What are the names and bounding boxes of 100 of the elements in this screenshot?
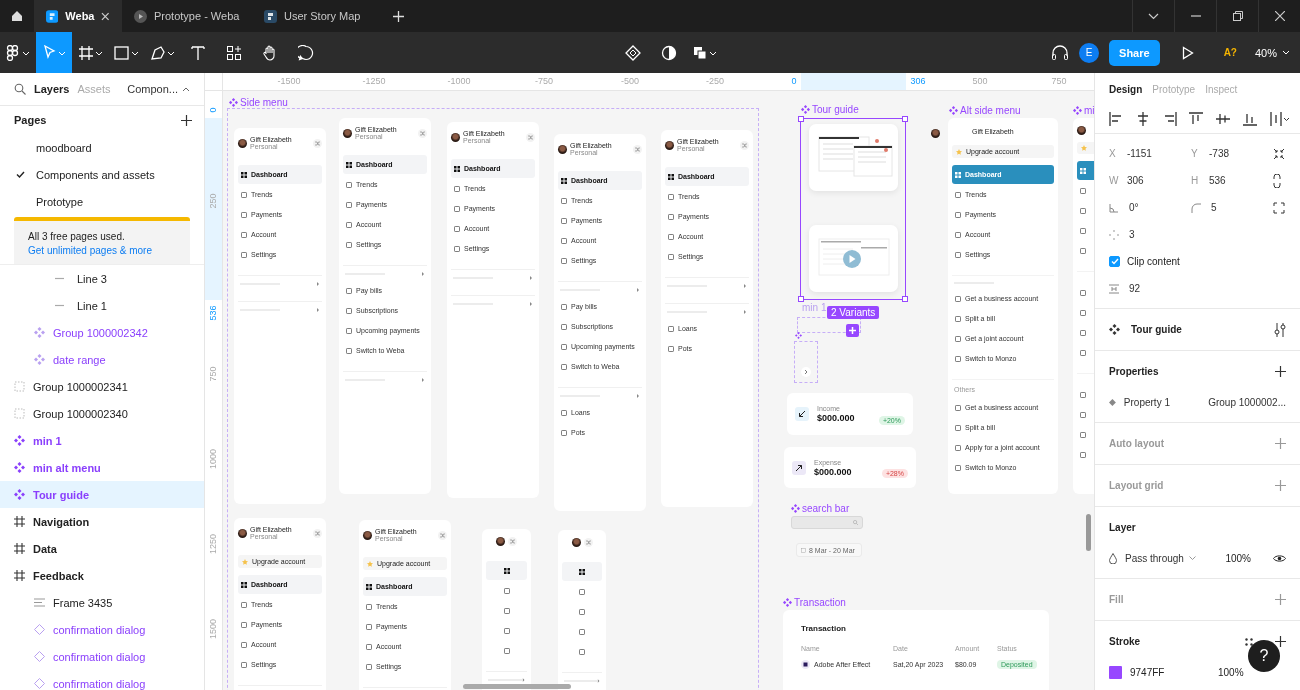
layer-row[interactable]: Group 1000002342 (0, 319, 204, 346)
layer-row[interactable]: Group 1000002340 (0, 400, 204, 427)
shuffle-icon[interactable] (313, 138, 322, 148)
color-swatch[interactable] (1109, 665, 1122, 679)
add-page-icon[interactable] (181, 114, 192, 126)
shuffle-icon[interactable] (313, 528, 322, 538)
layer-row[interactable]: Feedback (0, 562, 204, 589)
width-field[interactable]: 306 (1127, 175, 1144, 186)
spacing-field[interactable]: 3 (1109, 229, 1191, 240)
x-field[interactable]: -1151 (1127, 148, 1152, 159)
shuffle-icon[interactable] (508, 537, 517, 546)
scrollbar[interactable] (463, 684, 571, 689)
chevron-icon[interactable] (421, 378, 425, 382)
outline-icon (955, 295, 961, 302)
rotation-field[interactable]: 0° (1109, 202, 1191, 213)
chevron-icon[interactable] (636, 288, 640, 292)
file-tab[interactable]: Weba (34, 0, 122, 32)
chevron-icon[interactable] (316, 308, 320, 312)
dots-icon[interactable] (1245, 637, 1253, 646)
resize-icon[interactable] (1273, 147, 1285, 160)
layer-row[interactable]: Tour guide (0, 481, 204, 508)
user-avatar[interactable]: E (1079, 42, 1100, 63)
search-field[interactable] (791, 516, 863, 529)
align-middle-icon[interactable] (1216, 112, 1231, 126)
layer-row[interactable]: Line 1 (0, 292, 204, 319)
file-tab[interactable]: Prototype - Weba (122, 0, 252, 32)
chevron-icon[interactable] (421, 272, 425, 276)
panel-tab[interactable]: Layers (34, 83, 70, 95)
adjust-icon[interactable] (1274, 322, 1286, 337)
zoom-dropdown[interactable]: 40% (1254, 46, 1290, 59)
clip-content-checkbox[interactable]: Clip content (1109, 256, 1180, 267)
layer-row[interactable]: confirmation dialog (0, 670, 204, 690)
add-variant-button[interactable] (846, 324, 859, 337)
property-value[interactable]: Group 1000002... (1208, 396, 1286, 408)
file-tab[interactable]: User Story Map (252, 0, 382, 32)
align-left-icon[interactable] (1109, 112, 1123, 126)
headphones-icon[interactable] (1051, 44, 1070, 61)
layer-row[interactable]: Navigation (0, 508, 204, 535)
page-item[interactable]: moodboard (0, 134, 204, 161)
shuffle-icon[interactable] (740, 140, 749, 150)
layer-row[interactable]: min 1 (0, 427, 204, 454)
layer-row[interactable]: Line 3 (0, 265, 204, 292)
constrain-proportions-icon[interactable] (1273, 173, 1281, 188)
help-button[interactable]: ? (1248, 640, 1280, 672)
close-icon[interactable] (101, 11, 110, 21)
menu-item[interactable] (562, 562, 602, 581)
align-center-icon[interactable] (1135, 112, 1150, 126)
outline-icon (955, 424, 961, 431)
chevron-button[interactable] (801, 367, 811, 377)
missing-fonts-indicator[interactable]: A? (1215, 47, 1245, 58)
upgrade-link[interactable]: Get unlimited pages & more (28, 245, 176, 256)
chevron-icon[interactable] (316, 282, 320, 286)
outline-icon (1080, 411, 1086, 418)
layer-row[interactable]: Frame 3435 (0, 589, 204, 616)
page-item[interactable]: Components and assets (0, 161, 204, 188)
opacity-field[interactable]: 100% (1225, 552, 1251, 564)
layer-row[interactable]: confirmation dialog (0, 616, 204, 643)
grid-icon (346, 161, 352, 168)
variants-badge[interactable]: 2 Variants (827, 306, 880, 319)
avatar (238, 528, 247, 538)
chevron-icon[interactable] (529, 276, 533, 280)
add-icon[interactable] (1275, 636, 1286, 647)
add-icon[interactable] (1275, 366, 1286, 377)
shuffle-icon[interactable] (438, 530, 447, 540)
layer-row[interactable]: Data (0, 535, 204, 562)
layer-row[interactable]: date range (0, 346, 204, 373)
opacity-field[interactable]: 100% (1218, 666, 1244, 678)
blend-mode-dropdown[interactable]: Pass through (1125, 552, 1196, 564)
shuffle-icon[interactable] (583, 538, 593, 547)
cursor-icon (42, 44, 66, 61)
independent-corners-icon[interactable] (1273, 201, 1285, 214)
chevron-icon[interactable] (743, 284, 747, 288)
align-right-icon[interactable] (1162, 112, 1177, 126)
chevron-icon[interactable] (636, 394, 640, 398)
chevron-icon[interactable] (529, 302, 533, 306)
layer-row[interactable]: Group 1000002341 (0, 373, 204, 400)
gap-field[interactable]: 92 (1109, 283, 1191, 294)
color-hex-field[interactable]: 9747FF (1130, 666, 1210, 678)
panel-tab[interactable]: Design (1109, 83, 1143, 95)
align-top-icon[interactable] (1189, 112, 1204, 126)
layer-row[interactable]: min alt menu (0, 454, 204, 481)
scrollbar[interactable] (1086, 514, 1091, 551)
shuffle-icon[interactable] (418, 128, 427, 138)
eye-icon[interactable] (1273, 553, 1286, 563)
shuffle-icon[interactable] (526, 132, 535, 142)
selection-frame[interactable] (800, 118, 906, 300)
menu-item[interactable] (486, 561, 527, 580)
outline-icon (955, 444, 961, 451)
align-bottom-icon[interactable] (1243, 112, 1258, 126)
play-icon (1181, 45, 1194, 60)
y-field[interactable]: -738 (1209, 148, 1229, 159)
height-field[interactable]: 536 (1209, 175, 1226, 186)
distribute-icon[interactable] (1269, 112, 1290, 126)
chevron-icon[interactable] (743, 310, 747, 314)
corner-radius-field[interactable]: 5 (1191, 202, 1273, 213)
page-dropdown[interactable]: Compon... (127, 83, 190, 95)
search-icon[interactable] (14, 83, 26, 95)
shuffle-icon[interactable] (633, 144, 642, 154)
page-item[interactable]: Prototype (0, 188, 204, 215)
layer-row[interactable]: confirmation dialog (0, 643, 204, 670)
